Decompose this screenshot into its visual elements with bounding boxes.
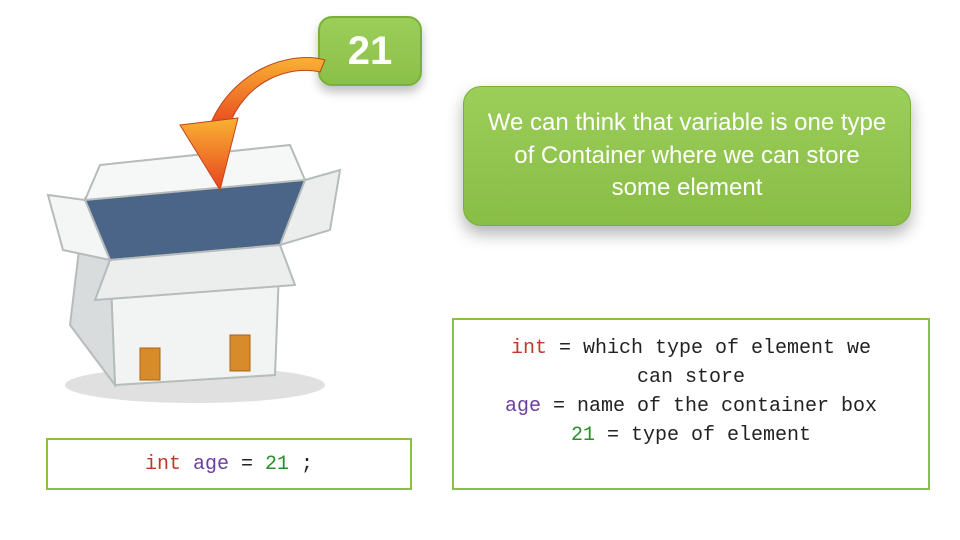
explain-line-1: int = which type of element we bbox=[511, 334, 871, 363]
explanation-callout: We can think that variable is one type o… bbox=[463, 86, 911, 226]
token-assign: = bbox=[229, 453, 265, 476]
explain-line-2: can store bbox=[637, 363, 745, 392]
token-type-keyword: int bbox=[145, 453, 181, 476]
code-declaration: int age = 21 ; bbox=[145, 453, 313, 476]
explain-line-3: age = name of the container box bbox=[505, 392, 877, 421]
token-variable-name: age bbox=[193, 453, 229, 476]
code-explanation-box: int = which type of element we can store… bbox=[452, 318, 930, 490]
token-terminator: ; bbox=[289, 453, 313, 476]
code-declaration-box: int age = 21 ; bbox=[46, 438, 412, 490]
token-value: 21 bbox=[265, 453, 289, 476]
arrow-into-box-icon bbox=[160, 40, 360, 210]
callout-text: We can think that variable is one type o… bbox=[486, 107, 888, 204]
explain-line-5: 21 = type of element bbox=[571, 421, 811, 450]
